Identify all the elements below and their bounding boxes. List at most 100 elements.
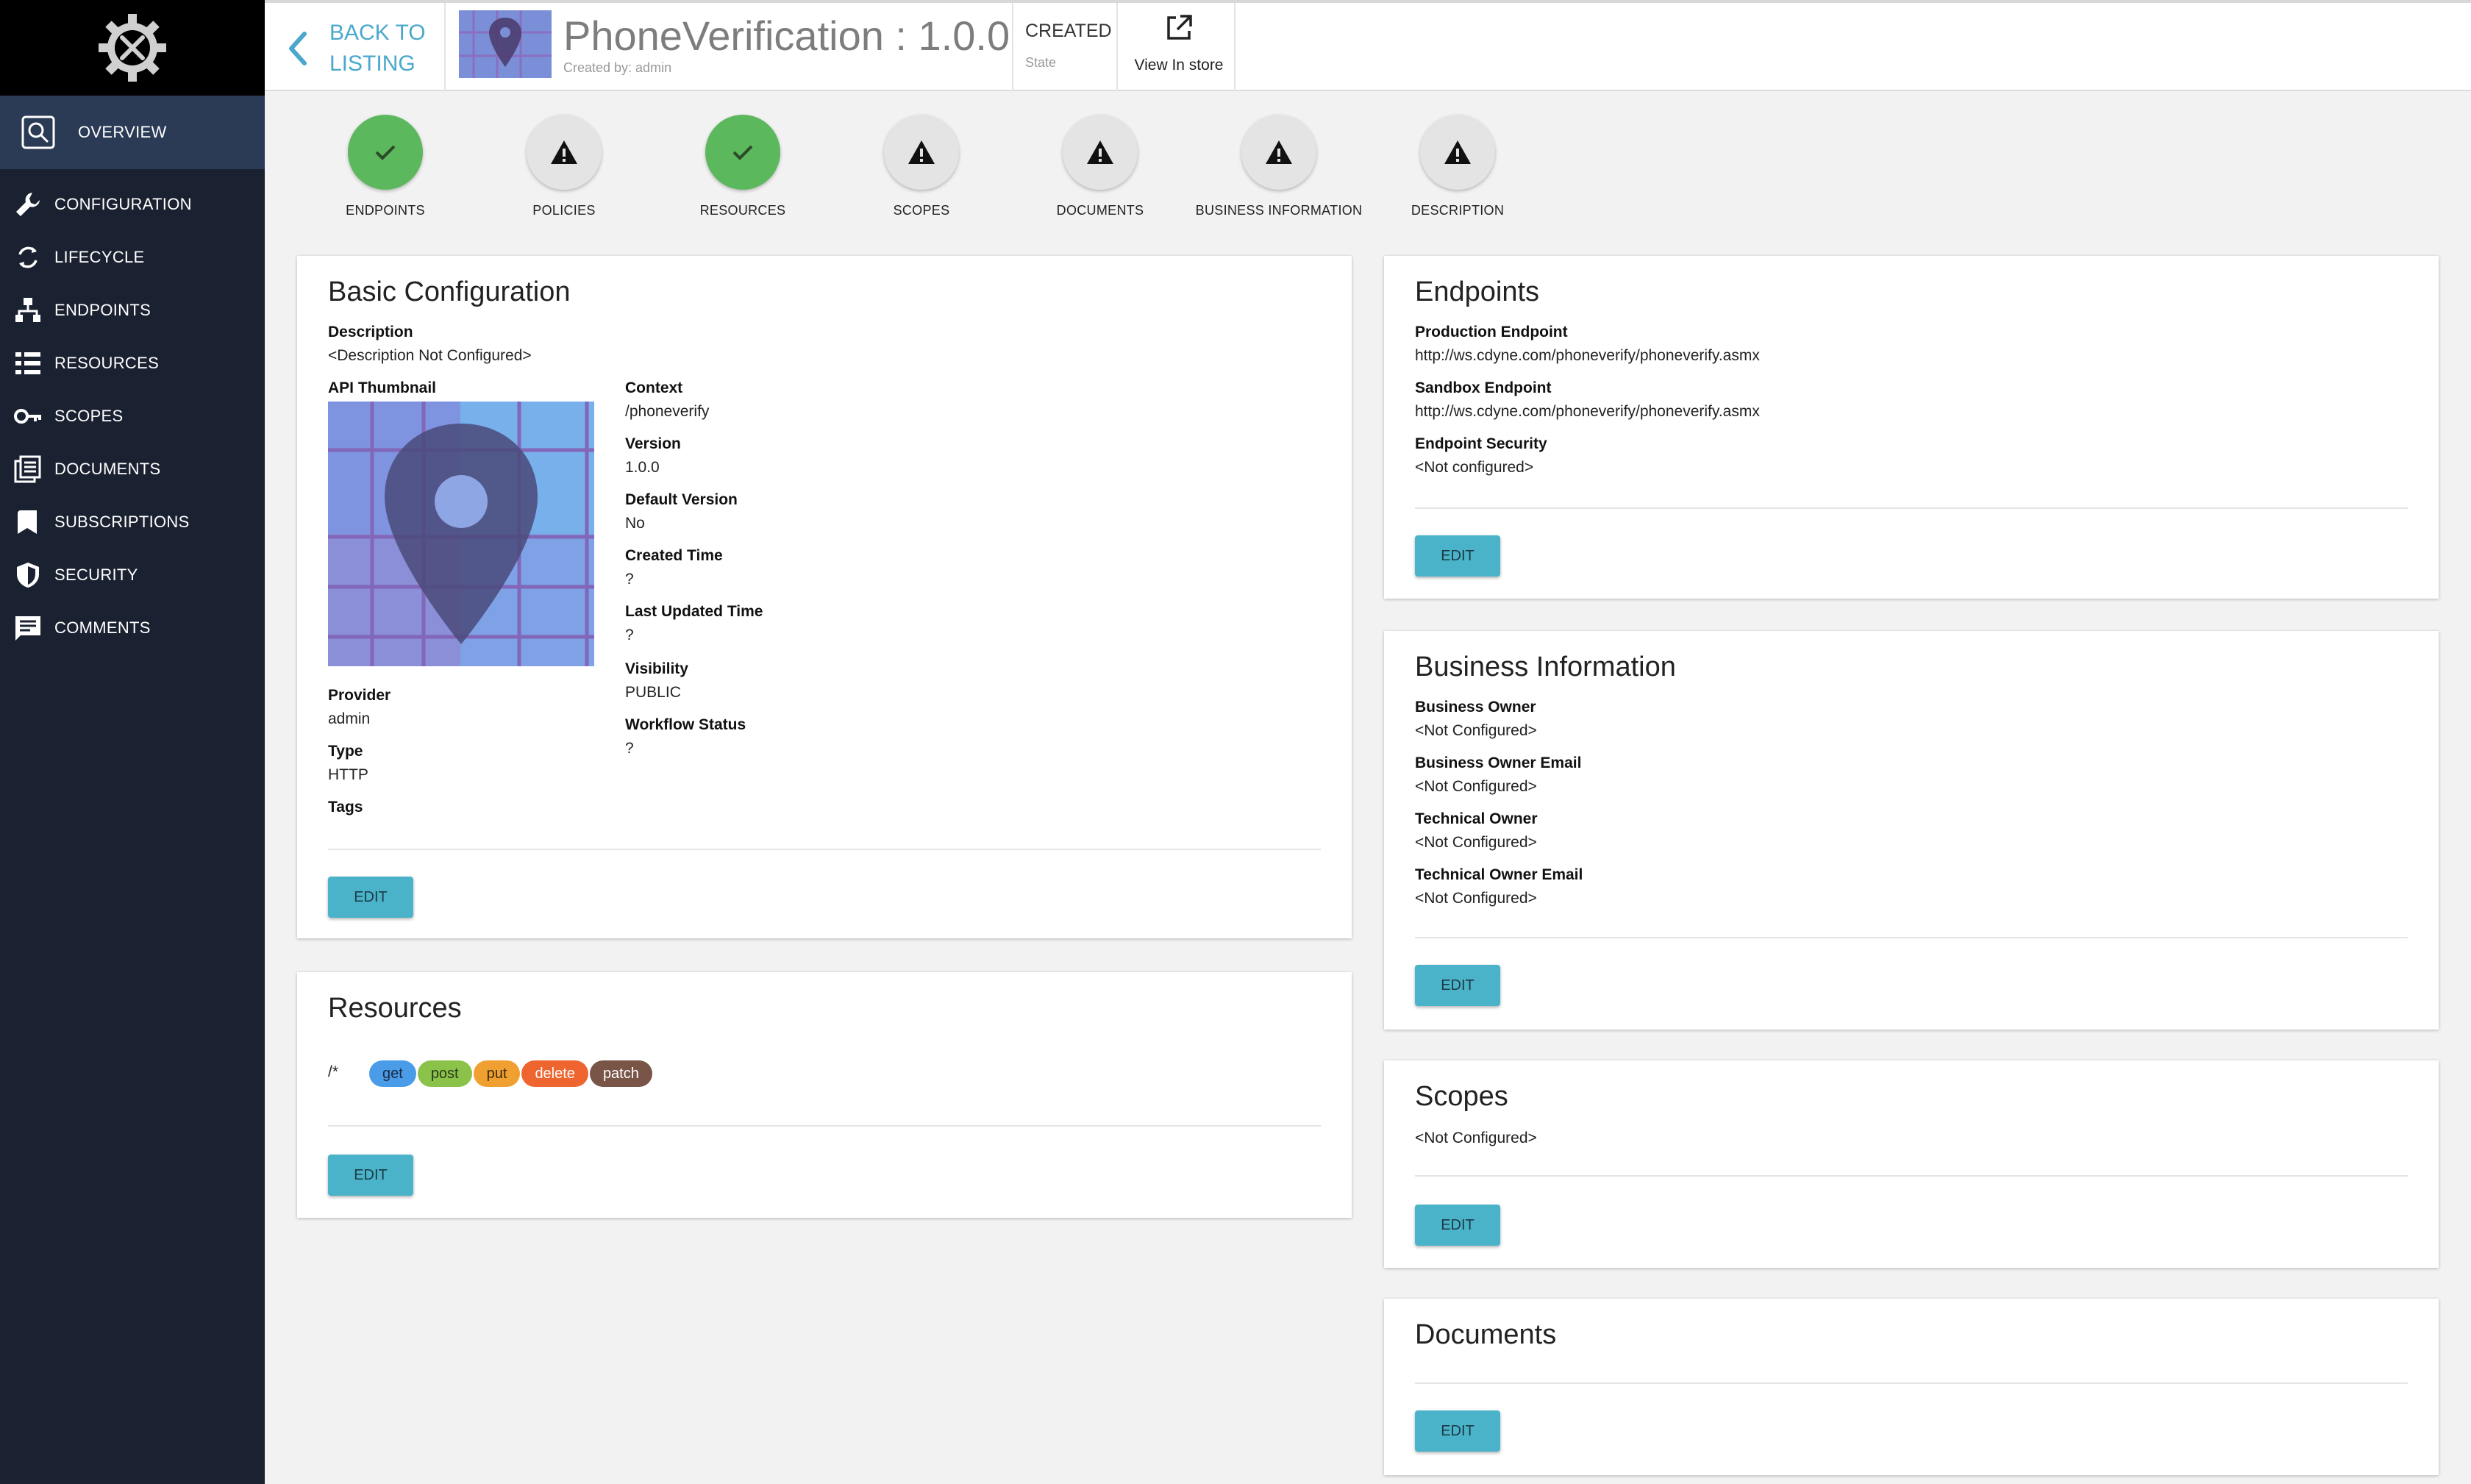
check-icon: [732, 145, 753, 160]
sidebar-item-endpoints[interactable]: ENDPOINTS: [0, 284, 265, 337]
sidebar-item-resources[interactable]: RESOURCES: [0, 337, 265, 390]
back-label-line1: BACK TO: [329, 21, 426, 45]
card-divider: [1415, 1175, 2408, 1177]
step-description[interactable]: DESCRIPTION: [1369, 115, 1546, 218]
warning-icon: [1266, 140, 1292, 164]
sidebar-item-documents[interactable]: DOCUMENTS: [0, 443, 265, 496]
sidebar-item-scopes[interactable]: SCOPES: [0, 390, 265, 443]
resource-methods: get post put delete patch: [369, 1060, 654, 1087]
field-label: Technical Owner Email: [1415, 866, 1583, 883]
technical-owner-field: Technical Owner <Not Configured>: [1415, 810, 1538, 852]
step-label: POLICIES: [532, 203, 596, 218]
card-divider: [328, 849, 1321, 850]
bookmark-icon: [13, 507, 43, 537]
sidebar-item-label: CONFIGURATION: [54, 195, 192, 213]
step-business-information[interactable]: BUSINESS INFORMATION: [1191, 115, 1367, 218]
sidebar-item-lifecycle[interactable]: LIFECYCLE: [0, 231, 265, 284]
sidebar-item-label: COMMENTS: [54, 618, 151, 637]
sidebar-item-comments[interactable]: COMMENTS: [0, 602, 265, 654]
method-chip-patch[interactable]: patch: [589, 1060, 652, 1087]
sidebar-item-label: ENDPOINTS: [54, 301, 151, 319]
header-divider: [444, 3, 446, 91]
method-chip-get[interactable]: get: [369, 1060, 416, 1087]
step-policies[interactable]: POLICIES: [476, 115, 652, 218]
warning-icon: [551, 140, 577, 164]
api-thumbnail[interactable]: [328, 402, 594, 666]
overview-icon: [21, 115, 56, 150]
field-label: API Thumbnail: [328, 379, 436, 396]
scopes-value: <Not Configured>: [1415, 1130, 1537, 1146]
step-documents[interactable]: DOCUMENTS: [1012, 115, 1188, 218]
field-label: Default Version: [625, 491, 738, 508]
field-label: Type: [328, 743, 363, 760]
step-scopes[interactable]: SCOPES: [833, 115, 1010, 218]
endpoints-edit-button[interactable]: EDIT: [1415, 535, 1500, 577]
chevron-left-icon: [289, 32, 307, 65]
view-in-store-button[interactable]: View In store: [1131, 13, 1227, 74]
field-label: Visibility: [625, 660, 688, 677]
method-chip-post[interactable]: post: [417, 1060, 472, 1087]
field-value: <Not Configured>: [1415, 890, 1537, 907]
card-title: Resources: [328, 993, 462, 1024]
field-value: http://ws.cdyne.com/phoneverify/phonever…: [1415, 347, 1760, 364]
header-divider: [1012, 3, 1013, 91]
logo[interactable]: [0, 0, 265, 96]
thumbnail-field: API Thumbnail: [328, 379, 436, 397]
scopes-edit-button[interactable]: EDIT: [1415, 1205, 1500, 1246]
back-to-listing-link[interactable]: BACK TO LISTING: [287, 18, 426, 79]
header-divider: [1234, 3, 1236, 91]
field-label: Context: [625, 379, 683, 396]
workflow-status-field: Workflow Status ?: [625, 716, 746, 757]
comment-icon: [13, 613, 43, 643]
step-label: DOCUMENTS: [1056, 203, 1144, 218]
documents-edit-button[interactable]: EDIT: [1415, 1410, 1500, 1452]
step-status-warning: [1063, 115, 1138, 190]
provider-field: Provider admin: [328, 687, 391, 728]
field-value: No: [625, 515, 645, 532]
state-indicator: CREATED State: [1025, 21, 1112, 71]
sidebar-item-overview[interactable]: OVERVIEW: [0, 96, 265, 169]
shield-icon: [13, 560, 43, 590]
basic-edit-button[interactable]: EDIT: [328, 877, 413, 918]
endpoint-security-field: Endpoint Security <Not configured>: [1415, 435, 1547, 477]
step-label: BUSINESS INFORMATION: [1195, 203, 1363, 218]
context-field: Context /phoneverify: [625, 379, 709, 421]
field-value: http://ws.cdyne.com/phoneverify/phonever…: [1415, 403, 1760, 420]
type-field: Type HTTP: [328, 743, 368, 784]
field-label: Version: [625, 435, 681, 452]
step-status-warning: [884, 115, 959, 190]
sidebar-item-subscriptions[interactable]: SUBSCRIPTIONS: [0, 496, 265, 549]
gear-tools-icon: [99, 14, 166, 82]
field-label: Endpoint Security: [1415, 435, 1547, 452]
warning-icon: [908, 140, 935, 164]
step-status-warning: [527, 115, 602, 190]
sidebar-item-label: SUBSCRIPTIONS: [54, 513, 190, 531]
created-time-field: Created Time ?: [625, 547, 723, 588]
field-value: <Description Not Configured>: [328, 347, 532, 364]
field-label: Provider: [328, 687, 391, 704]
card-title: Scopes: [1415, 1081, 1508, 1112]
sidebar-item-security[interactable]: SECURITY: [0, 549, 265, 602]
method-chip-put[interactable]: put: [473, 1060, 521, 1087]
method-chip-delete[interactable]: delete: [521, 1060, 588, 1087]
endpoints-card: Endpoints Production Endpoint http://ws.…: [1384, 256, 2439, 599]
business-edit-button[interactable]: EDIT: [1415, 965, 1500, 1006]
documents-card: Documents EDIT: [1384, 1299, 2439, 1475]
resources-card: Resources /* get post put delete patch E…: [297, 972, 1352, 1218]
field-value: <Not Configured>: [1415, 834, 1537, 851]
resources-edit-button[interactable]: EDIT: [328, 1155, 413, 1196]
sidebar-item-configuration[interactable]: CONFIGURATION: [0, 178, 265, 231]
field-label: Business Owner Email: [1415, 755, 1582, 771]
field-label: Last Updated Time: [625, 603, 763, 620]
sandbox-endpoint-field: Sandbox Endpoint http://ws.cdyne.com/pho…: [1415, 379, 1760, 421]
step-endpoints[interactable]: ENDPOINTS: [297, 115, 474, 218]
resources-icon: [13, 349, 43, 378]
field-label: Workflow Status: [625, 716, 746, 733]
step-label: RESOURCES: [699, 203, 786, 218]
step-status-warning: [1241, 115, 1316, 190]
field-label: Description: [328, 324, 413, 340]
business-owner-email-field: Business Owner Email <Not Configured>: [1415, 755, 1581, 796]
field-label: Tags: [328, 799, 363, 816]
step-resources[interactable]: RESOURCES: [655, 115, 831, 218]
step-label: SCOPES: [893, 203, 950, 218]
